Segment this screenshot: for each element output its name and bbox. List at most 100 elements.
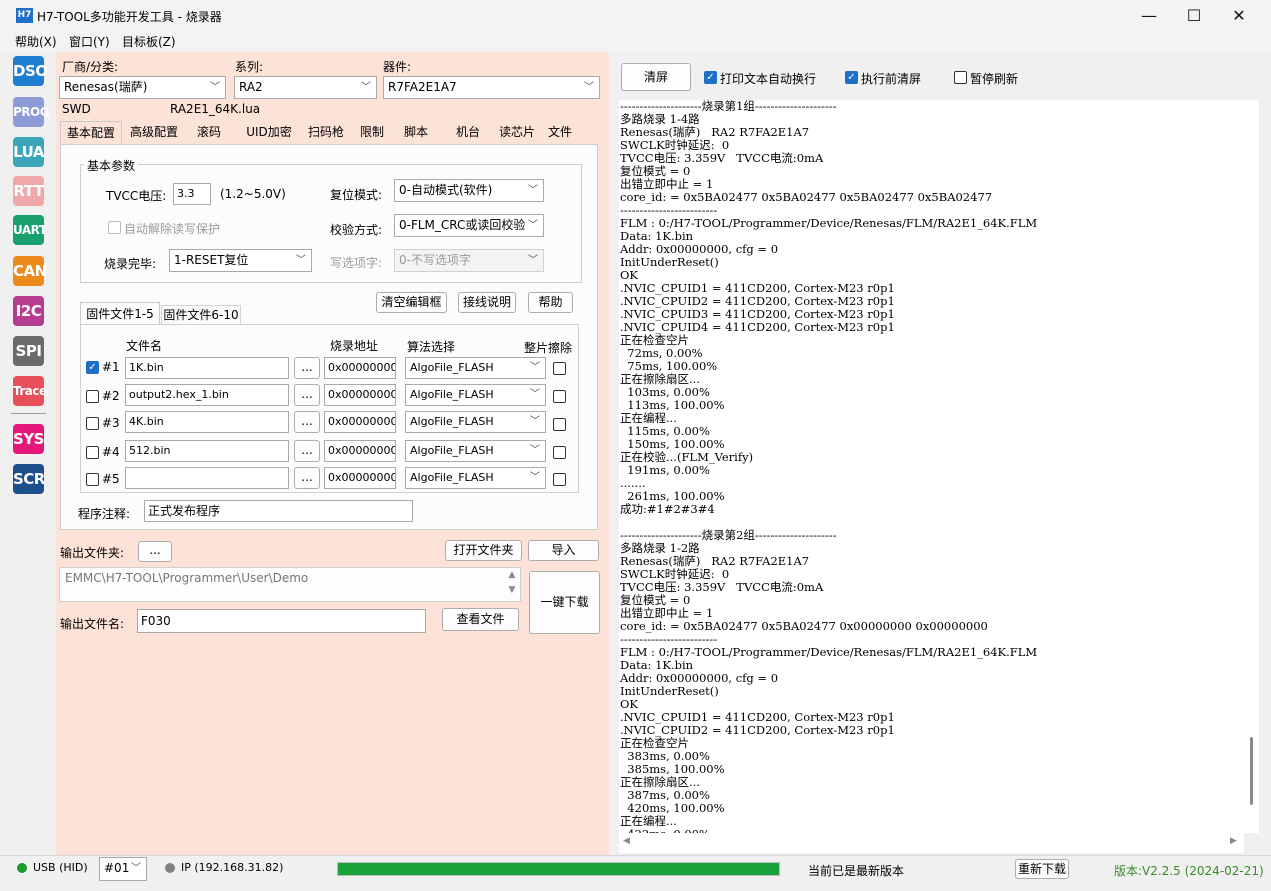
tab-limit[interactable]: 限制 [352,121,392,144]
can-button[interactable]: CAN [13,256,47,286]
menu-window[interactable]: 窗口(Y) [69,33,110,50]
import-button[interactable]: 导入 [528,540,599,561]
option-bytes-select[interactable]: 0-不写选项字 ﹀ [394,249,544,272]
sys-button[interactable]: SYS [13,424,44,454]
open-folder-button[interactable]: 打开文件夹 [445,540,522,561]
tab-script[interactable]: 脚本 [396,121,436,144]
clear-before-run-checkbox[interactable]: ✓ [845,71,858,84]
output-path-field[interactable]: EMMC\H7-TOOL\Programmer\User\Demo [59,567,521,602]
console-horizontal-scrollbar[interactable]: ◀ ▶ [619,833,1244,853]
tab-firmware-6-10[interactable]: 固件文件6-10 [161,305,241,324]
row3-browse-button[interactable]: ... [294,411,320,433]
row1-browse-button[interactable]: ... [294,357,320,379]
scroll-right-icon[interactable]: ▶ [1230,836,1237,846]
row1-file-input[interactable]: 1K.bin [125,357,289,379]
row2-erase-checkbox[interactable] [553,390,566,403]
tab-basic-config[interactable]: 基本配置 [60,121,122,144]
row5-enable-checkbox[interactable] [86,473,99,486]
row4-address-input[interactable]: 0x00000000 [324,440,396,462]
row5-erase-checkbox[interactable] [553,473,566,486]
verify-select[interactable]: 0-FLM_CRC或读回校验 ﹀ [394,214,544,237]
row2-enable-checkbox[interactable] [86,390,99,403]
row5-browse-button[interactable]: ... [294,467,320,489]
console-line: InitUnderReset() [620,255,719,269]
clear-edit-button[interactable]: 清空编辑框 [376,292,447,313]
toolbar-divider [11,413,46,414]
row2-file-input[interactable]: output2.hex_1.bin [125,384,289,406]
note-input[interactable]: 正式发布程序 [144,500,413,522]
device-select[interactable]: R7FA2E1A7 ﹀ [383,76,600,99]
row4-algo-select[interactable]: AlgoFile_FLASH ﹀ [405,440,546,462]
tab-firmware-1-5[interactable]: 固件文件1-5 [80,302,160,324]
row2-browse-button[interactable]: ... [294,384,320,406]
output-folder-browse-button[interactable]: ... [138,541,172,562]
prog-button[interactable]: PROG [13,97,50,127]
row3-file-input[interactable]: 4K.bin [125,411,289,433]
i2c-button[interactable]: I2C [13,296,44,326]
path-scroll-icon[interactable]: ▲ ▼ [505,568,519,598]
row5-address-input[interactable]: 0x00000000 [324,467,396,489]
menu-help[interactable]: 帮助(X) [15,33,57,50]
row2-algo-select[interactable]: AlgoFile_FLASH ﹀ [405,384,546,406]
one-click-download-button[interactable]: 一键下载 [529,571,600,634]
menu-target-board[interactable]: 目标板(Z) [122,33,176,50]
row3-algo-select[interactable]: AlgoFile_FLASH ﹀ [405,411,546,433]
row3-address-input[interactable]: 0x00000000 [324,411,396,433]
row4-enable-checkbox[interactable] [86,446,99,459]
tab-read-chip[interactable]: 读芯片 [494,121,540,144]
console-line: 正在检查空片 [620,333,689,347]
view-file-button[interactable]: 查看文件 [442,608,519,631]
tab-machine[interactable]: 机台 [448,121,488,144]
lua-button[interactable]: LUA [13,137,44,167]
row3-enable-checkbox[interactable] [86,417,99,430]
minimize-button[interactable]: — [1126,0,1172,31]
row1-algo-select[interactable]: AlgoFile_FLASH ﹀ [405,357,546,379]
row4-file-input[interactable]: 512.bin [125,440,289,462]
auto-unlock-checkbox[interactable] [108,221,121,234]
console-line: 正在擦除扇区... [620,775,700,789]
device-port-select[interactable]: #01 ﹀ [99,857,147,881]
row1-enable-checkbox[interactable]: ✓ [86,361,99,374]
row3-erase-checkbox[interactable] [553,418,566,431]
pause-refresh-checkbox[interactable] [954,71,967,84]
tab-advanced-config[interactable]: 高级配置 [124,121,184,144]
close-button[interactable]: ✕ [1216,0,1262,31]
col-chip-erase: 整片擦除 [524,341,573,355]
row4-browse-button[interactable]: ... [294,440,320,462]
scroll-left-icon[interactable]: ◀ [623,836,630,846]
console-output[interactable]: ---------------------烧录第1组--------------… [619,100,1244,833]
console-vertical-scrollbar[interactable] [1244,100,1259,833]
output-filename-input[interactable]: F030 [137,609,426,633]
col-filename: 文件名 [126,339,163,353]
clear-screen-button[interactable]: 清屏 [621,63,691,91]
auto-wrap-checkbox[interactable]: ✓ [704,71,717,84]
row5-algo-select[interactable]: AlgoFile_FLASH ﹀ [405,467,546,489]
maximize-button[interactable]: ☐ [1171,0,1217,31]
spi-button[interactable]: SPI [13,336,44,366]
done-action-select[interactable]: 1-RESET复位 ﹀ [169,249,312,272]
vendor-select[interactable]: Renesas(瑞萨) ﹀ [59,76,226,99]
rtt-button[interactable]: RTT [13,176,44,206]
interface-label: SWD [62,102,91,116]
trace-button[interactable]: Trace [13,376,47,406]
reset-mode-select[interactable]: 0-自动模式(软件) ﹀ [394,179,544,202]
tab-uid-encrypt[interactable]: UID加密 [238,121,300,144]
row1-address-input[interactable]: 0x00000000 [324,357,396,379]
tab-rolling-code[interactable]: 滚码 [186,121,232,144]
scrollbar-thumb[interactable] [1250,737,1253,805]
tab-scanner[interactable]: 扫码枪 [302,121,350,144]
wiring-help-button[interactable]: 接线说明 [458,292,516,313]
reload-button[interactable]: 重新下载 [1015,859,1069,879]
tvcc-input[interactable]: 3.3 [173,183,211,205]
row1-erase-checkbox[interactable] [553,362,566,375]
uart-button[interactable]: UART [13,215,47,245]
row4-erase-checkbox[interactable] [553,446,566,459]
scr-button[interactable]: SCR [13,464,45,494]
series-select[interactable]: RA2 ﹀ [234,76,377,99]
row5-file-input[interactable] [125,467,289,489]
chevron-down-icon: ﹀ [584,82,594,93]
help-button[interactable]: 帮助 [528,292,573,313]
dso-button[interactable]: DSO [13,56,48,86]
tab-file[interactable]: 文件 [542,121,578,144]
row2-address-input[interactable]: 0x00000000 [324,384,396,406]
